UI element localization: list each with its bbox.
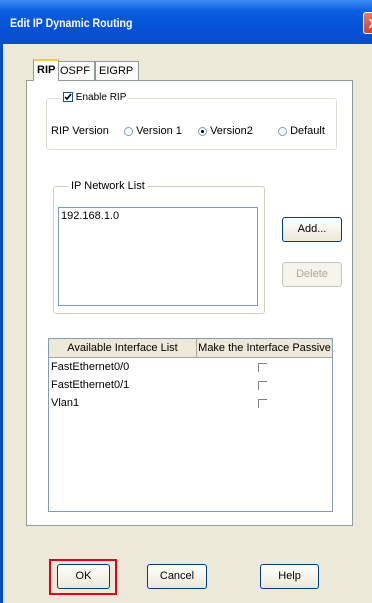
interface-table[interactable]: Available Interface List Make the Interf… (48, 338, 333, 512)
passive-checkbox[interactable] (258, 399, 267, 408)
delete-button-label: Delete (296, 268, 328, 280)
tab-eigrp[interactable]: EIGRP (95, 61, 139, 81)
default-radio[interactable] (278, 126, 287, 136)
tab-rip-label: RIP (37, 64, 56, 76)
help-button-label: Help (278, 570, 301, 582)
rip-version-label: RIP Version (51, 125, 109, 137)
rip-version-1-option[interactable]: Version 1 (124, 124, 182, 138)
version-1-radio[interactable] (124, 126, 133, 136)
enable-rip-label: Enable RIP (75, 92, 127, 103)
tab-eigrp-label: EIGRP (99, 65, 134, 77)
ip-network-listbox[interactable]: 192.168.1.0 (58, 207, 258, 306)
delete-button[interactable]: Delete (282, 262, 342, 287)
close-button[interactable]: X (363, 12, 372, 34)
add-button-label: Add... (297, 223, 327, 235)
interface-name: Vlan1 (51, 397, 80, 409)
checkmark-icon (64, 93, 72, 101)
cancel-button-label: Cancel (159, 570, 195, 582)
tab-ospf-label: OSPF (60, 65, 90, 77)
add-button[interactable]: Add... (282, 217, 342, 242)
table-header: Available Interface List Make the Interf… (49, 339, 332, 358)
version-1-label: Version 1 (136, 125, 182, 137)
version-2-radio[interactable] (198, 126, 207, 136)
default-label: Default (290, 125, 325, 137)
cancel-button[interactable]: Cancel (147, 564, 207, 589)
rip-version-default-option[interactable]: Default (278, 124, 325, 138)
version-2-label: Version2 (210, 125, 253, 137)
passive-checkbox[interactable] (258, 381, 267, 390)
window-title: Edit IP Dynamic Routing (10, 16, 133, 30)
ip-network-list-legend: IP Network List (68, 179, 148, 193)
table-row[interactable]: FastEthernet0/0 (49, 359, 332, 376)
title-bar[interactable]: Edit IP Dynamic Routing X (0, 0, 372, 44)
passive-checkbox[interactable] (258, 363, 267, 372)
ok-button-highlight (49, 559, 117, 595)
help-button[interactable]: Help (260, 564, 319, 589)
interface-name: FastEthernet0/0 (51, 361, 130, 373)
edit-ip-dynamic-routing-dialog: Edit IP Dynamic Routing X RIP OSPF EIGRP… (0, 0, 372, 603)
rip-version-2-option[interactable]: Version2 (198, 124, 253, 138)
table-row[interactable]: Vlan1 (49, 395, 332, 412)
network-list-item[interactable]: 192.168.1.0 (61, 209, 119, 223)
tab-ospf[interactable]: OSPF (56, 61, 95, 81)
interface-name: FastEthernet0/1 (51, 379, 130, 391)
table-row[interactable]: FastEthernet0/1 (49, 377, 332, 394)
column-header-passive[interactable]: Make the Interface Passive (197, 339, 332, 357)
tab-rip[interactable]: RIP (33, 59, 60, 81)
close-icon: X (369, 16, 372, 31)
enable-rip-checkbox[interactable] (63, 92, 73, 103)
enable-rip-control[interactable]: Enable RIP (61, 91, 129, 105)
column-header-interface[interactable]: Available Interface List (49, 339, 197, 357)
